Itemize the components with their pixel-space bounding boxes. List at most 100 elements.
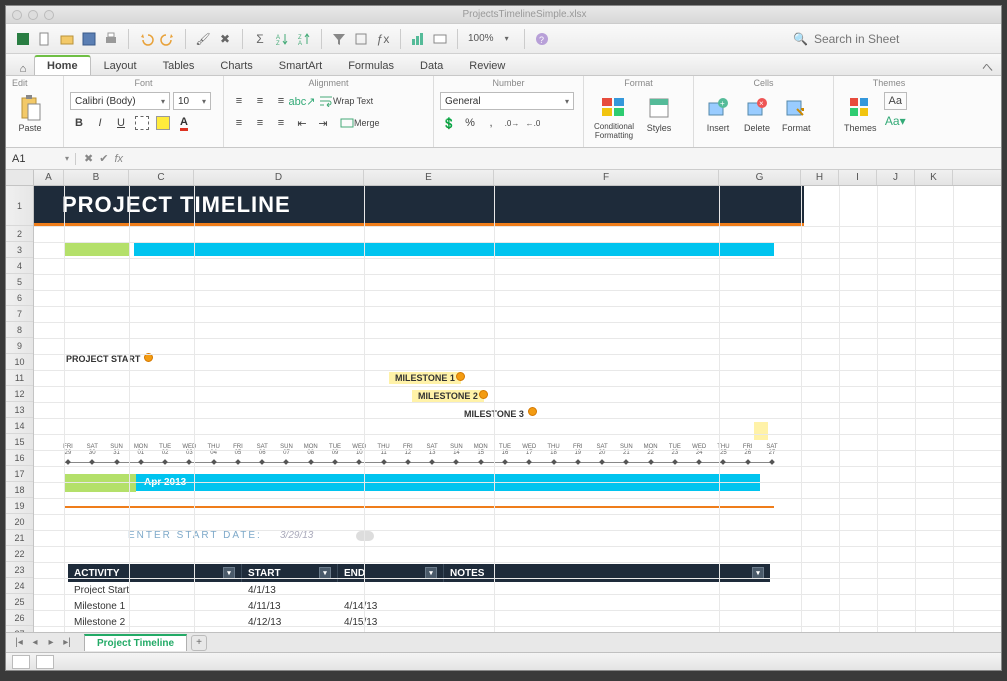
show-formula-icon[interactable]: ƒx (374, 30, 392, 48)
toggle-filter-icon[interactable] (352, 30, 370, 48)
tab-formulas[interactable]: Formulas (335, 56, 407, 75)
delete-button[interactable]: ×Delete (739, 92, 775, 135)
spreadsheet-grid[interactable]: 1234567891011121314151617181920212223242… (6, 186, 1001, 632)
row-header-25[interactable]: 25 (6, 594, 33, 610)
row-header-12[interactable]: 12 (6, 386, 33, 402)
row-header-23[interactable]: 23 (6, 562, 33, 578)
row-header-14[interactable]: 14 (6, 418, 33, 434)
row-header-7[interactable]: 7 (6, 306, 33, 322)
table-row[interactable]: Milestone 24/12/134/15/13 (68, 614, 770, 630)
col-header-K[interactable]: K (915, 170, 953, 185)
home-icon[interactable]: ⌂ (12, 63, 34, 75)
tab-smartart[interactable]: SmartArt (266, 56, 335, 75)
clear-icon[interactable]: ✖ (216, 30, 234, 48)
search-box[interactable]: 🔍 (793, 32, 993, 46)
zoom-dropdown-icon[interactable]: ▾ (498, 30, 516, 48)
paste-button[interactable]: Paste (12, 92, 48, 135)
font-color-button[interactable]: A (175, 114, 193, 132)
decimal-inc-button[interactable]: .0→ (503, 114, 521, 132)
cancel-formula-icon[interactable]: ✖ (84, 152, 93, 165)
row-header-17[interactable]: 17 (6, 466, 33, 482)
new-icon[interactable] (36, 30, 54, 48)
sheet-nav-first-icon[interactable]: |◂ (12, 637, 26, 648)
tab-charts[interactable]: Charts (207, 56, 265, 75)
row-header-13[interactable]: 13 (6, 402, 33, 418)
row-header-24[interactable]: 24 (6, 578, 33, 594)
col-header-I[interactable]: I (839, 170, 877, 185)
sort-desc-icon[interactable]: ZA (295, 30, 313, 48)
sort-asc-icon[interactable]: AZ (273, 30, 291, 48)
zoom-value[interactable]: 100% (468, 33, 494, 44)
table-row[interactable]: Project Start4/1/13 (68, 582, 770, 598)
sheet-nav-last-icon[interactable]: ▸| (60, 637, 74, 648)
percent-button[interactable]: % (461, 114, 479, 132)
tab-data[interactable]: Data (407, 56, 456, 75)
row-header-18[interactable]: 18 (6, 482, 33, 498)
collapse-ribbon-icon[interactable]: へ (974, 59, 1001, 75)
align-right-button[interactable]: ≡ (272, 114, 290, 132)
row-header-15[interactable]: 15 (6, 434, 33, 450)
font-size-combo[interactable]: 10▾ (173, 92, 211, 110)
decimal-dec-button[interactable]: ←.0 (524, 114, 542, 132)
col-header-D[interactable]: D (194, 170, 364, 185)
col-header-F[interactable]: F (494, 170, 719, 185)
undo-icon[interactable] (137, 30, 155, 48)
fill-color-button[interactable] (154, 114, 172, 132)
redo-icon[interactable] (159, 30, 177, 48)
comma-button[interactable]: , (482, 114, 500, 132)
view-normal-button[interactable] (12, 655, 30, 669)
sheet-nav-prev-icon[interactable]: ◂ (28, 637, 42, 648)
row-header-26[interactable]: 26 (6, 610, 33, 626)
row-header-21[interactable]: 21 (6, 530, 33, 546)
format-painter-icon[interactable]: 🖌 (194, 30, 212, 48)
align-middle-button[interactable]: ≡ (251, 92, 269, 110)
select-all-corner[interactable] (6, 170, 34, 185)
row-header-22[interactable]: 22 (6, 546, 33, 562)
accept-formula-icon[interactable]: ✔ (99, 152, 108, 165)
align-left-button[interactable]: ≡ (230, 114, 248, 132)
chart-icon[interactable] (409, 30, 427, 48)
table-row[interactable]: Milestone 14/11/134/14/13 (68, 598, 770, 614)
italic-button[interactable]: I (91, 114, 109, 132)
themes-button[interactable]: Themes (840, 92, 881, 135)
indent-dec-button[interactable]: ⇤ (293, 114, 311, 132)
border-button[interactable] (133, 114, 151, 132)
bold-button[interactable]: B (70, 114, 88, 132)
window-close-icon[interactable] (12, 10, 22, 20)
align-center-button[interactable]: ≡ (251, 114, 269, 132)
align-top-button[interactable]: ≡ (230, 92, 248, 110)
row-header-10[interactable]: 10 (6, 354, 33, 370)
print-icon[interactable] (102, 30, 120, 48)
row-header-6[interactable]: 6 (6, 290, 33, 306)
row-header-4[interactable]: 4 (6, 258, 33, 274)
theme-fonts-button[interactable]: Aa (884, 92, 907, 110)
wrap-text-button[interactable]: Wrap Text (314, 92, 378, 110)
start-date-value[interactable]: 3/29/13 (280, 530, 313, 541)
theme-colors-button[interactable]: Aa▾ (884, 114, 907, 128)
row-header-11[interactable]: 11 (6, 370, 33, 386)
slider-handle[interactable] (356, 531, 374, 541)
tab-review[interactable]: Review (456, 56, 518, 75)
row-header-9[interactable]: 9 (6, 338, 33, 354)
search-input[interactable] (814, 32, 974, 46)
conditional-formatting-button[interactable]: ConditionalFormatting (590, 92, 638, 143)
tab-tables[interactable]: Tables (150, 56, 208, 75)
merge-button[interactable]: Merge (335, 114, 385, 132)
styles-button[interactable]: Styles (641, 92, 677, 135)
indent-inc-button[interactable]: ⇥ (314, 114, 332, 132)
col-header-G[interactable]: G (719, 170, 801, 185)
window-max-icon[interactable] (44, 10, 54, 20)
format-cells-button[interactable]: Format (778, 92, 815, 135)
formula-input[interactable] (131, 151, 1001, 166)
add-sheet-button[interactable]: + (191, 635, 207, 651)
row-header-20[interactable]: 20 (6, 514, 33, 530)
underline-button[interactable]: U (112, 114, 130, 132)
row-header-8[interactable]: 8 (6, 322, 33, 338)
col-header-B[interactable]: B (64, 170, 129, 185)
row-header-16[interactable]: 16 (6, 450, 33, 466)
textbox-icon[interactable] (431, 30, 449, 48)
name-box[interactable]: A1▾ (6, 153, 76, 165)
col-header-H[interactable]: H (801, 170, 839, 185)
open-icon[interactable] (58, 30, 76, 48)
insert-button[interactable]: +Insert (700, 92, 736, 135)
